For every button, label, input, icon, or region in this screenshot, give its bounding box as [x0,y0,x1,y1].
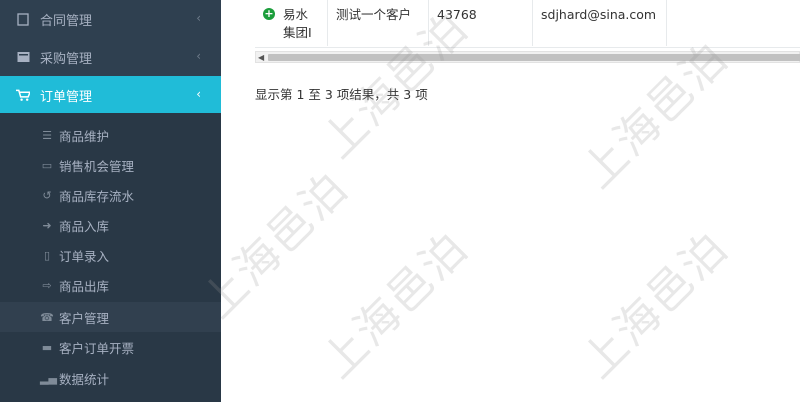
sub-item-label: 客户订单开票 [59,340,135,356]
chevron-left-icon: ‹ [196,11,201,25]
table-row[interactable]: + 易水集团I 测试一个客户 43768 sdjhard@sina.com [255,0,800,46]
sign-in-icon: ➜ [42,218,52,232]
sub-item-label: 数据统计 [59,371,110,387]
sub-item-order-entry[interactable]: ▯ 订单录入 [0,240,221,270]
menu-item-label: 合同管理 [40,13,93,29]
scrollbar-thumb[interactable] [268,54,800,61]
number-cell: 43768 [429,0,533,46]
chevron-left-icon: ‹ [196,49,201,63]
bar-chart-icon: ▂▄ [40,371,57,385]
customer-name: 易水集团I [283,7,312,40]
sub-item-customer-invoice[interactable]: ▬ 客户订单开票 [0,332,221,362]
expand-row-icon[interactable]: + [263,8,275,20]
sub-item-label: 商品库存流水 [59,188,135,204]
bookmark-icon: ▯ [43,248,51,262]
folder-icon [16,50,30,64]
customer-cell: + 易水集团I [255,0,328,46]
menu-item-label: 采购管理 [40,51,93,67]
sub-item-label: 销售机会管理 [59,158,135,174]
menu-item-label: 订单管理 [40,89,93,105]
sub-item-label: 商品入库 [59,218,110,234]
keyboard-icon: ▭ [41,158,53,172]
sub-item-label: 商品出库 [59,278,110,294]
email-cell: sdjhard@sina.com [533,0,667,46]
menu-item-contract[interactable]: 合同管理 ‹ [0,0,221,38]
history-icon: ↺ [42,188,52,202]
menu-item-orders[interactable]: 订单管理 ‹ [0,76,221,114]
sign-out-icon: ⇨ [42,278,52,292]
phone-icon: ☎ [40,310,54,324]
description-cell: 测试一个客户 [328,0,429,46]
horizontal-scrollbar[interactable]: ◀ [255,51,800,63]
sub-item-customer-management[interactable]: ☎ 客户管理 [0,302,221,332]
sub-item-label: 订单录入 [59,248,110,264]
sub-item-data-statistics[interactable]: ▂▄ 数据统计 [0,363,221,393]
sub-item-label: 客户管理 [59,310,110,326]
database-icon: ☰ [42,128,52,142]
main-content: + 易水集团I 测试一个客户 43768 sdjhard@sina.com ◀ … [221,0,800,402]
submenu: ☰ 商品维护 ▭ 销售机会管理 ↺ 商品库存流水 ➜ 商品入库 ▯ 订单录入 ⇨… [0,113,221,402]
customer-table: + 易水集团I 测试一个客户 43768 sdjhard@sina.com [255,0,800,48]
chevron-left-icon: ‹ [196,87,201,101]
extra-cell [667,0,800,46]
sub-item-product-maintenance[interactable]: ☰ 商品维护 [0,120,221,150]
credit-card-icon: ▬ [41,340,53,354]
sub-item-stock-out[interactable]: ⇨ 商品出库 [0,270,221,300]
menu-item-purchase[interactable]: 采购管理 ‹ [0,38,221,76]
sidebar: 合同管理 ‹ 采购管理 ‹ 订单管理 ‹ ☰ 商品维护 ▭ 销售机会管理 ↺ 商… [0,0,221,402]
pagination-info: 显示第 1 至 3 项结果，共 3 项 [255,87,428,102]
scroll-left-arrow-icon[interactable]: ◀ [258,53,264,62]
sub-item-stock-flow[interactable]: ↺ 商品库存流水 [0,180,221,210]
sub-item-label: 商品维护 [59,128,110,144]
sub-item-sales-opportunity[interactable]: ▭ 销售机会管理 [0,150,221,180]
document-icon [16,12,30,26]
sub-item-stock-in[interactable]: ➜ 商品入库 [0,210,221,240]
cart-icon [16,88,30,102]
